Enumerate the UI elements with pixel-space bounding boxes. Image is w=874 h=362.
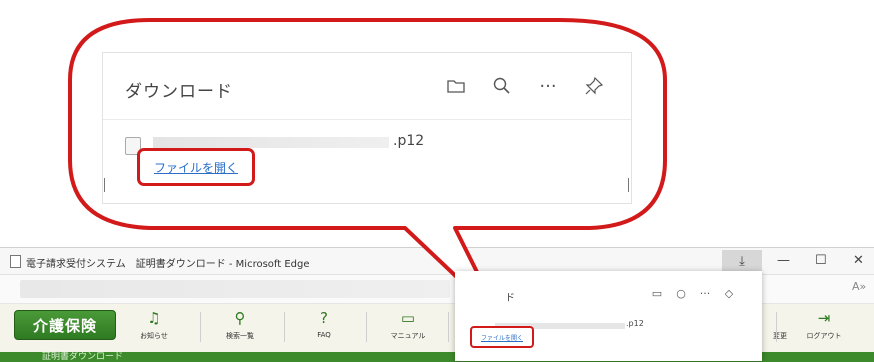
file-name-redacted (153, 137, 389, 148)
open-file-highlight[interactable]: ファイルを開く (137, 148, 255, 186)
divider (103, 119, 631, 120)
search-icon[interactable]: ○ (674, 287, 688, 300)
download-panel-title: ダウンロード (125, 82, 233, 102)
open-file-link[interactable]: ファイルを開く (154, 159, 238, 176)
open-file-link[interactable]: ファイルを開く (481, 333, 523, 342)
file-extension: .p12 (393, 133, 425, 149)
more-icon[interactable]: ··· (535, 73, 561, 99)
more-icon[interactable]: ··· (698, 287, 712, 300)
open-file-highlight[interactable]: ファイルを開く (470, 326, 534, 348)
folder-icon[interactable]: ▭ (650, 287, 664, 300)
panel-edge-mark (104, 178, 105, 192)
search-icon[interactable] (489, 73, 515, 99)
pin-icon[interactable]: ◇ (722, 287, 736, 300)
download-panel-toolbar: ··· (443, 73, 607, 99)
download-panel-title: ド (505, 293, 515, 304)
file-extension: .p12 (626, 319, 644, 328)
download-panel-toolbar: ▭ ○ ··· ◇ (650, 287, 736, 300)
zoomed-download-panel: ダウンロード ··· .p12 ファイルを開く (102, 52, 632, 204)
folder-icon[interactable] (443, 73, 469, 99)
pin-icon[interactable] (581, 73, 607, 99)
panel-edge-mark (628, 178, 629, 192)
download-panel: ド ▭ ○ ··· ◇ .p12 ファイルを開く (455, 271, 762, 361)
